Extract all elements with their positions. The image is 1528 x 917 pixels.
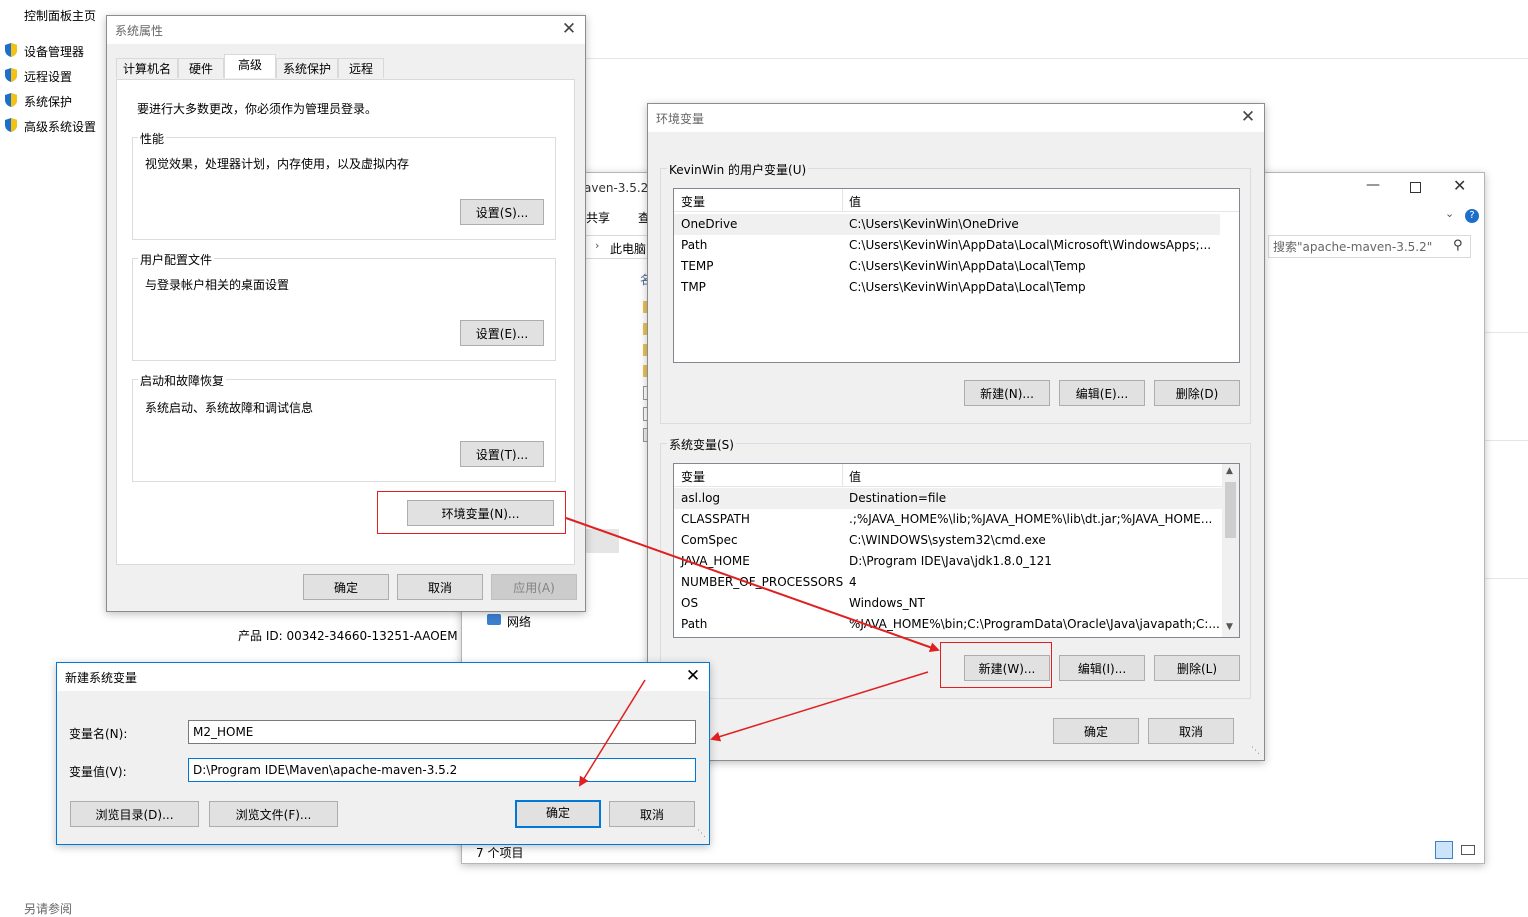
arrow-to-ok xyxy=(578,679,646,787)
arrow-new-to-dialog xyxy=(710,671,929,742)
annotation-arrows xyxy=(565,517,940,787)
arrow-env-to-new xyxy=(565,517,940,653)
